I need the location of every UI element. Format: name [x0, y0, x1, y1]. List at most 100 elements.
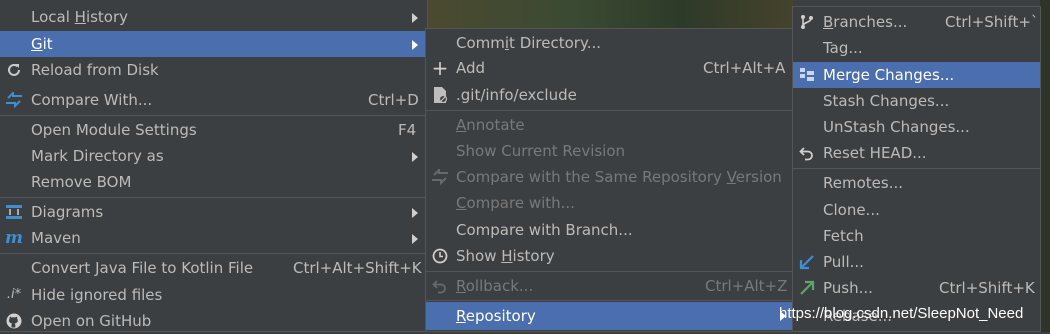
menu-item-label: Rollback...	[456, 277, 534, 295]
menu-item-open-module-settings[interactable]: Open Module Settings F4	[0, 117, 427, 143]
menu-item-label: Compare with the Same Repository Version	[456, 168, 782, 186]
github-icon	[4, 308, 24, 334]
menu-item-label: Compare with...	[456, 194, 575, 212]
merge-icon	[797, 62, 817, 88]
menu-separator	[0, 115, 427, 116]
compare-arrows-icon	[4, 87, 24, 113]
menu-item-label: Local History	[31, 8, 129, 26]
menu-item-compare-same-repo[interactable]: Compare with the Same Repository Version	[426, 164, 792, 190]
menu-item-stash[interactable]: Stash Changes...	[793, 88, 1040, 114]
menu-item-reset-head[interactable]: Reset HEAD...	[793, 140, 1040, 166]
menu-item-branches[interactable]: Branches... Ctrl+Shift+`	[793, 9, 1040, 35]
push-arrow-icon	[797, 275, 817, 301]
menu-item-annotate[interactable]: Annotate	[426, 112, 792, 138]
menu-item-convert-kotlin[interactable]: Convert Java File to Kotlin File Ctrl+Al…	[0, 255, 427, 281]
menu-item-label: Compare With...	[31, 91, 153, 109]
menu-separator	[793, 168, 1040, 169]
submenu-arrow-icon	[412, 234, 418, 244]
maven-icon: m	[5, 228, 23, 248]
menu-item-diagrams[interactable]: Diagrams	[0, 199, 427, 225]
submenu-arrow-icon	[412, 208, 418, 218]
menu-item-label: Clone...	[823, 201, 880, 219]
menu-item-tag[interactable]: Tag...	[793, 35, 1040, 61]
menu-item-label: Tag...	[823, 39, 863, 57]
watermark-text: https://blog.csdn.net/SleepNot_Need	[779, 305, 1024, 322]
menu-item-git-exclude[interactable]: .git/info/exclude	[426, 82, 792, 108]
repository-submenu: Branches... Ctrl+Shift+` Tag... Merge Ch…	[792, 6, 1041, 332]
menu-item-clone[interactable]: Clone...	[793, 197, 1040, 223]
menu-item-compare-branch[interactable]: Compare with Branch...	[426, 217, 792, 243]
compare-arrows-icon	[430, 164, 450, 190]
menu-item-label: Open Module Settings	[31, 121, 197, 139]
menu-item-label: Diagrams	[31, 203, 104, 221]
menu-item-remove-bom[interactable]: Remove BOM	[0, 169, 427, 195]
menu-item-label: Maven	[31, 229, 81, 247]
menu-item-compare-with[interactable]: Compare with...	[426, 190, 792, 216]
menu-separator	[0, 253, 427, 254]
menu-item-pull[interactable]: Pull...	[793, 249, 1040, 275]
menu-item-label: Add	[456, 59, 486, 77]
menu-item-fetch[interactable]: Fetch	[793, 223, 1040, 249]
menu-separator	[426, 271, 792, 272]
menu-item-reload[interactable]: Reload from Disk	[0, 57, 427, 83]
menu-item-label: Branches...	[823, 13, 908, 31]
exclude-file-icon	[430, 82, 450, 108]
menu-item-label: Fetch	[823, 227, 864, 245]
menu-item-label: Repository	[456, 307, 536, 325]
background-editor-edge	[1040, 0, 1050, 332]
menu-item-label: Convert Java File to Kotlin File	[31, 259, 254, 277]
submenu-arrow-icon	[412, 40, 418, 50]
menu-item-label: Hide ignored files	[31, 286, 163, 304]
context-menu: Local History Git Reload from Disk Compa…	[0, 0, 428, 332]
menu-item-shortcut: Ctrl+Alt+A	[703, 59, 786, 77]
menu-item-mark-directory[interactable]: Mark Directory as	[0, 143, 427, 169]
diagram-icon	[4, 199, 24, 225]
menu-item-label: Remotes...	[823, 174, 903, 192]
menu-item-commit-directory[interactable]: Commit Directory...	[426, 30, 792, 56]
menu-item-label: Stash Changes...	[823, 92, 950, 110]
menu-item-shortcut: Ctrl+Alt+Z	[705, 277, 788, 295]
menu-separator	[426, 110, 792, 111]
menu-separator	[426, 300, 792, 301]
menu-item-shortcut: Ctrl+Shift+`	[945, 13, 1039, 31]
menu-item-unstash[interactable]: UnStash Changes...	[793, 114, 1040, 140]
background-editor-strip	[428, 0, 793, 28]
undo-icon	[797, 140, 817, 166]
git-submenu: Commit Directory... + Add Ctrl+Alt+A .gi…	[425, 28, 793, 332]
menu-item-maven[interactable]: m Maven	[0, 225, 427, 251]
menu-item-compare-with[interactable]: Compare With... Ctrl+D	[0, 87, 427, 113]
menu-item-label: Git	[31, 35, 53, 53]
menu-item-label: Compare with Branch...	[456, 221, 633, 239]
refresh-icon	[4, 57, 24, 83]
menu-item-label: Reset HEAD...	[823, 144, 927, 162]
pull-arrow-icon	[797, 249, 817, 275]
menu-item-git[interactable]: Git	[0, 31, 427, 57]
branch-icon	[797, 9, 817, 35]
menu-item-label: Show History	[456, 247, 555, 265]
menu-item-shortcut: Ctrl+D	[368, 91, 419, 109]
menu-item-label: Commit Directory...	[456, 34, 601, 52]
menu-item-label: Remove BOM	[31, 173, 132, 191]
menu-item-show-current-revision[interactable]: Show Current Revision	[426, 138, 792, 164]
menu-item-label: Mark Directory as	[31, 147, 164, 165]
menu-item-remotes[interactable]: Remotes...	[793, 170, 1040, 196]
menu-separator	[0, 197, 427, 198]
menu-item-repository[interactable]: Repository	[426, 302, 792, 330]
menu-item-label: Push...	[823, 279, 873, 297]
menu-item-label: Merge Changes...	[823, 66, 955, 84]
ignored-files-icon: .i*	[6, 287, 22, 302]
submenu-arrow-icon	[412, 13, 418, 23]
menu-item-label: Annotate	[456, 116, 525, 134]
menu-item-hide-ignored[interactable]: .i* Hide ignored files	[0, 282, 427, 308]
menu-item-show-history[interactable]: Show History	[426, 243, 792, 269]
menu-item-push[interactable]: Push... Ctrl+Shift+K	[793, 275, 1040, 301]
menu-item-shortcut: Ctrl+Alt+Shift+K	[293, 259, 422, 277]
menu-item-local-history[interactable]: Local History	[0, 4, 427, 30]
menu-item-open-github[interactable]: Open on GitHub	[0, 308, 427, 334]
menu-item-label: Open on GitHub	[31, 312, 152, 330]
menu-item-rollback[interactable]: Rollback... Ctrl+Alt+Z	[426, 273, 792, 299]
clock-icon	[430, 243, 450, 269]
menu-item-label: UnStash Changes...	[823, 118, 970, 136]
menu-item-add[interactable]: + Add Ctrl+Alt+A	[426, 55, 792, 81]
menu-item-merge-changes[interactable]: Merge Changes...	[793, 62, 1040, 88]
